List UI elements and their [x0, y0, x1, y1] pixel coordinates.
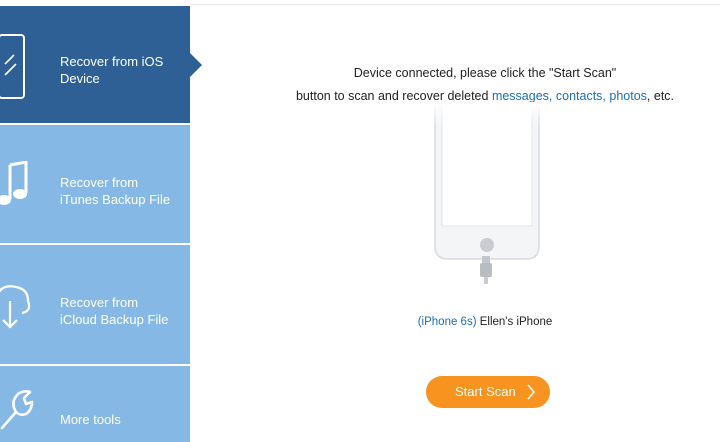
- sidebar: Recover from iOS Device Recover from iTu…: [0, 0, 202, 442]
- phone-icon: [0, 34, 26, 105]
- device-model: (iPhone 6s): [417, 316, 477, 328]
- instruction-text: , etc.: [646, 89, 675, 103]
- start-scan-button[interactable]: Start Scan: [426, 376, 550, 408]
- sidebar-item-more-tools[interactable]: More tools: [0, 366, 190, 442]
- iphone-illustration: [434, 102, 540, 260]
- cloud-download-icon: [0, 279, 32, 336]
- sidebar-item-recover-itunes-backup[interactable]: Recover from iTunes Backup File: [0, 125, 190, 243]
- instruction-text: Device connected, please click the "Star…: [353, 66, 617, 80]
- chevron-right-icon: [526, 384, 536, 403]
- sidebar-item-label: iTunes Backup File: [60, 192, 171, 207]
- device-name: Ellen's iPhone: [479, 316, 553, 328]
- usb-cable-icon: [480, 256, 492, 284]
- active-pointer: [190, 52, 202, 77]
- top-divider: [190, 4, 720, 5]
- sidebar-item-recover-ios-device[interactable]: Recover from iOS Device: [0, 6, 202, 123]
- sidebar-item-label: Recover from: [60, 295, 139, 310]
- messages-link[interactable]: messages,: [492, 89, 552, 103]
- sidebar-item-label: Recover from iOS: [60, 54, 164, 69]
- device-info: (iPhone 6s) Ellen's iPhone: [380, 316, 590, 328]
- instruction-text: button to scan and recover deleted: [295, 89, 492, 103]
- sidebar-item-label: More tools: [60, 412, 121, 427]
- wrench-icon: [0, 388, 34, 435]
- sidebar-item-recover-icloud-backup[interactable]: Recover from iCloud Backup File: [0, 245, 190, 364]
- instruction-line-2: button to scan and recover deleted messa…: [230, 89, 720, 103]
- start-scan-label: Start Scan: [455, 384, 516, 399]
- sidebar-item-label: Device: [60, 71, 100, 86]
- contacts-link[interactable]: contacts,: [556, 89, 606, 103]
- instruction-line-1: Device connected, please click the "Star…: [230, 66, 720, 80]
- sidebar-item-label: Recover from: [60, 175, 139, 190]
- music-note-icon: [0, 160, 28, 212]
- photos-link[interactable]: photos: [609, 89, 647, 103]
- sidebar-item-label: iCloud Backup File: [60, 312, 169, 327]
